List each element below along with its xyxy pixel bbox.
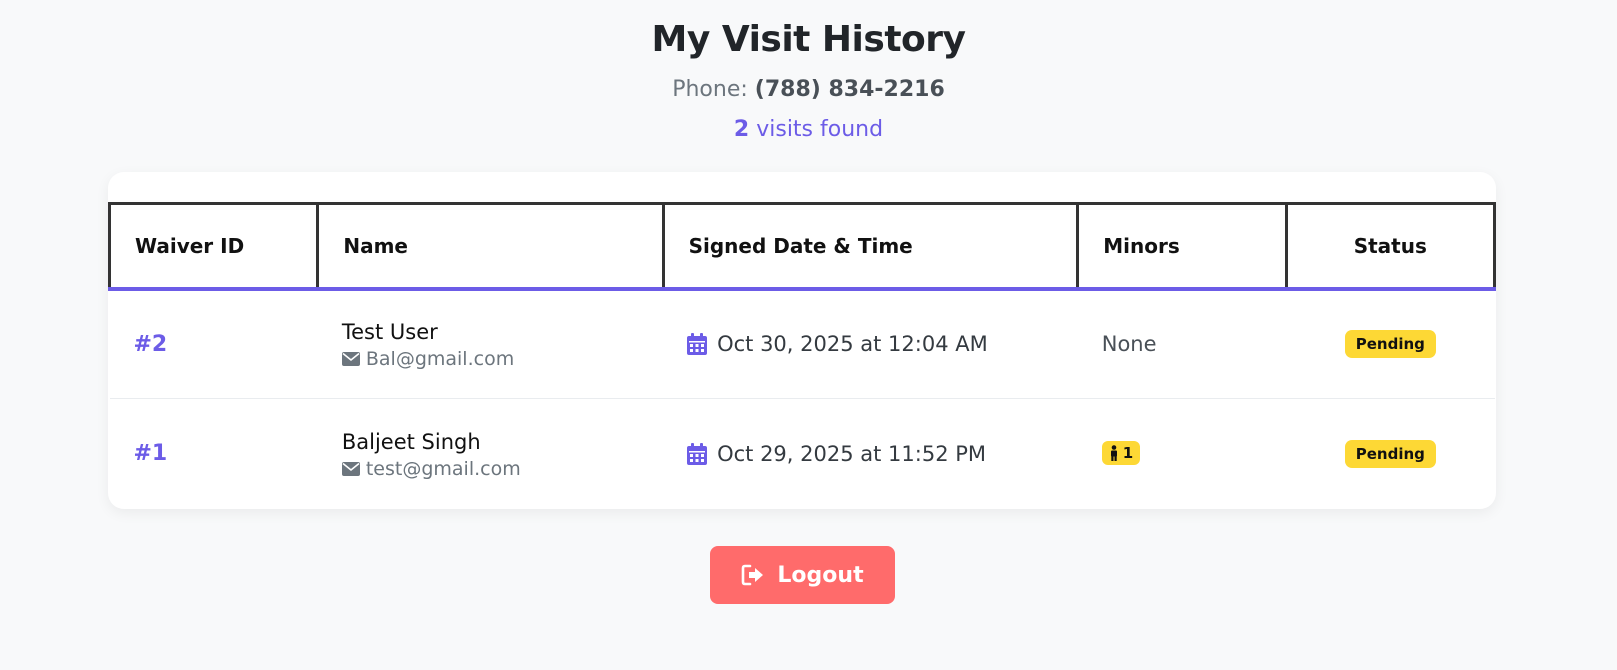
minors-badge: 1: [1101, 441, 1141, 466]
envelope-icon: [341, 352, 360, 367]
status-badge: Pending: [1344, 330, 1436, 359]
waiver-id: #2: [133, 331, 168, 357]
waiver-id: #1: [133, 441, 168, 467]
calendar-icon: [687, 333, 708, 356]
visitor-name: Test User: [341, 320, 438, 345]
minors-value: None: [1101, 332, 1157, 357]
visits-card: Waiver ID Name Signed Date & Time Minors…: [108, 172, 1496, 509]
visits-suffix: visits found: [749, 117, 884, 142]
calendar-icon: [687, 442, 708, 465]
visits-table: Waiver ID Name Signed Date & Time Minors…: [108, 202, 1496, 509]
sign-out-icon: [742, 564, 764, 586]
visitor-email: test@gmail.com: [341, 457, 663, 480]
logout-button[interactable]: Logout: [710, 546, 895, 604]
logout-wrap: Logout: [710, 546, 895, 604]
table-header: Waiver ID Name Signed Date & Time Minors…: [108, 202, 1496, 291]
phone-value: (788) 834-2216: [754, 77, 945, 102]
email-text: Bal@gmail.com: [365, 348, 515, 371]
signed-datetime: Oct 29, 2025 at 11:52 PM: [687, 442, 1078, 466]
phone-line: Phone: (788) 834-2216: [0, 76, 1617, 104]
visitor-name: Baljeet Singh: [341, 429, 481, 454]
column-header-status: Status: [1284, 202, 1496, 291]
envelope-icon: [341, 461, 360, 476]
page-title: My Visit History: [651, 19, 966, 60]
table-row: #2 Test User Bal@gmail.com Oct 30, 2025 …: [110, 289, 1495, 399]
status-badge: Pending: [1344, 439, 1436, 468]
logout-label: Logout: [777, 562, 864, 588]
column-header-waiver-id: Waiver ID: [108, 202, 320, 291]
email-text: test@gmail.com: [365, 457, 521, 480]
visitor-email: Bal@gmail.com: [341, 348, 663, 371]
column-header-name: Name: [316, 202, 665, 291]
signed-datetime: Oct 30, 2025 at 12:04 AM: [687, 332, 1078, 356]
minors-count: 1: [1122, 444, 1134, 463]
child-icon: [1110, 445, 1117, 462]
visits-found: 2 visits found: [0, 116, 1617, 144]
table-row: #1 Baljeet Singh test@gmail.com Oct 29, …: [109, 398, 1495, 509]
page-header: My Visit History Phone: (788) 834-2216 2…: [0, 0, 1617, 144]
visit-history-page: My Visit History Phone: (788) 834-2216 2…: [0, 0, 1617, 670]
signed-text: Oct 29, 2025 at 11:52 PM: [717, 441, 987, 466]
column-header-minors: Minors: [1076, 202, 1288, 291]
column-header-signed: Signed Date & Time: [661, 202, 1080, 291]
phone-label: Phone:: [672, 77, 755, 102]
signed-text: Oct 30, 2025 at 12:04 AM: [717, 332, 988, 357]
visits-count: 2: [733, 117, 750, 142]
